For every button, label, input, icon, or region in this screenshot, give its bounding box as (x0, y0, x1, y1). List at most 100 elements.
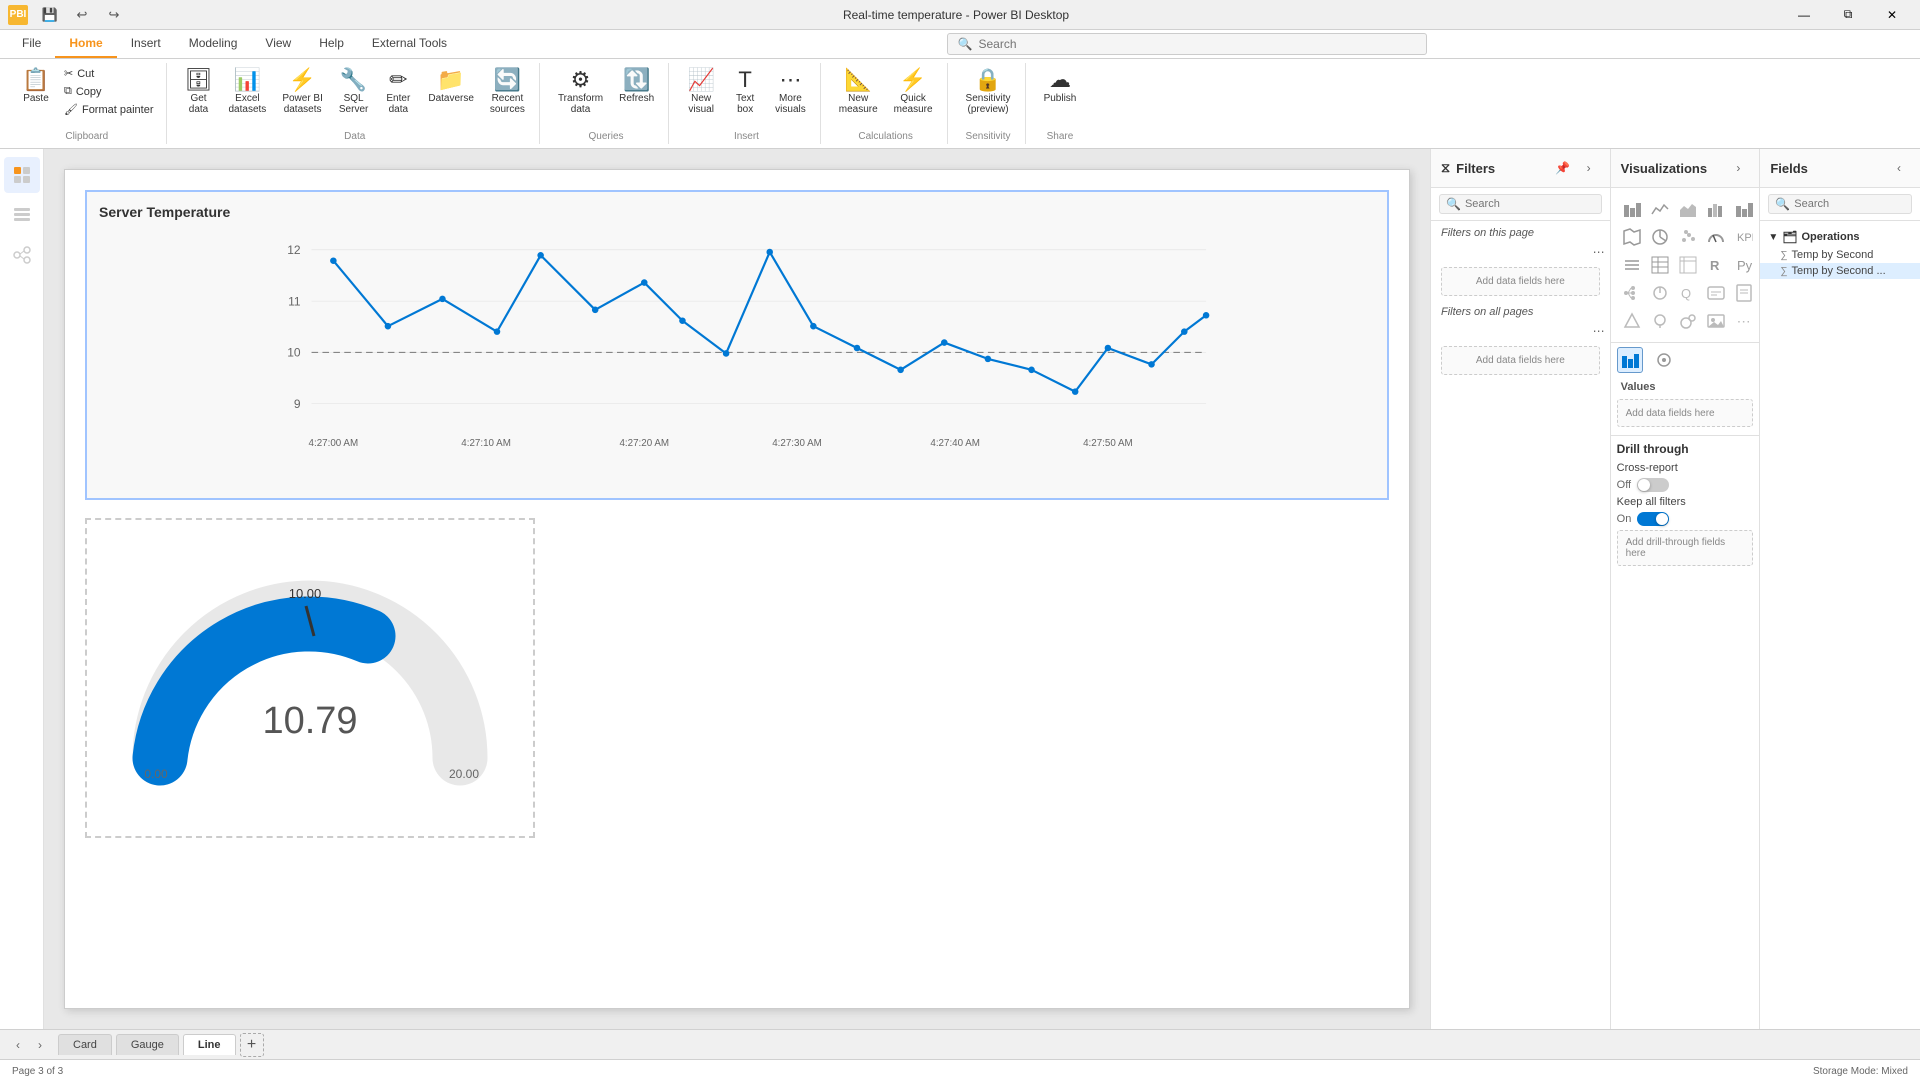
viz-table[interactable] (1647, 252, 1673, 278)
viz-shape-map[interactable] (1619, 308, 1645, 334)
nav-data-button[interactable] (4, 197, 40, 233)
viz-more[interactable]: ⋯ (1731, 308, 1757, 334)
more-visuals-button[interactable]: ⋯ Morevisuals (769, 65, 812, 119)
fields-search-input[interactable] (1794, 198, 1920, 210)
viz-gauge[interactable] (1703, 224, 1729, 250)
nav-arrow-right[interactable]: › (30, 1035, 50, 1055)
filters-search-icon: 🔍 (1446, 197, 1461, 211)
minimize-button[interactable]: — (1784, 0, 1824, 30)
refresh-label: Refresh (619, 93, 654, 104)
page-tab-card[interactable]: Card (58, 1034, 112, 1055)
fields-group-header-operations[interactable]: ▼ 🗂 Operations (1760, 227, 1920, 247)
viz-scatter-chart[interactable] (1675, 224, 1701, 250)
viz-kpi[interactable]: KPI (1731, 224, 1757, 250)
tab-external-tools[interactable]: External Tools (358, 30, 461, 58)
drill-through-drop[interactable]: Add drill-through fields here (1617, 530, 1754, 566)
viz-matrix[interactable] (1675, 252, 1701, 278)
new-measure-button[interactable]: 📐 Newmeasure (833, 65, 884, 119)
filters-on-page-more[interactable]: ⋯ (1588, 241, 1610, 263)
format-icon[interactable] (1651, 347, 1677, 373)
viz-image[interactable] (1703, 308, 1729, 334)
tab-home[interactable]: Home (55, 30, 116, 58)
recent-sources-button[interactable]: 🔄 Recentsources (484, 65, 531, 119)
svg-text:10.79: 10.79 (262, 700, 357, 742)
enter-data-icon: ✏ (389, 69, 407, 91)
viz-column-chart[interactable] (1731, 196, 1757, 222)
filters-on-all-drop[interactable]: Add data fields here (1441, 346, 1600, 375)
calc-group-label: Calculations (833, 127, 939, 142)
filters-on-all-more[interactable]: ⋯ (1588, 320, 1610, 342)
viz-qa[interactable]: Q (1675, 280, 1701, 306)
add-page-button[interactable]: + (240, 1033, 264, 1057)
get-data-button[interactable]: 🗄 Getdata (179, 65, 219, 119)
cross-report-toggle[interactable] (1637, 478, 1669, 492)
viz-expand-button[interactable]: › (1727, 157, 1749, 179)
filters-panel-header: ⧖ Filters 📌 › (1431, 149, 1610, 188)
fields-item-temp-by-second-selected[interactable]: ∑ Temp by Second ... (1760, 263, 1920, 279)
page-tab-line[interactable]: Line (183, 1034, 236, 1055)
viz-area-chart[interactable] (1675, 196, 1701, 222)
line-chart-container[interactable]: Server Temperature 12 11 10 (85, 190, 1389, 500)
ribbon-search-input[interactable] (978, 37, 1415, 51)
keep-filters-toggle[interactable] (1637, 512, 1669, 526)
viz-decomp-tree[interactable] (1619, 280, 1645, 306)
viz-line-chart[interactable] (1647, 196, 1673, 222)
excel-button[interactable]: 📊 Exceldatasets (223, 65, 273, 119)
viz-azure-map[interactable] (1647, 308, 1673, 334)
tab-file[interactable]: File (8, 30, 55, 58)
fields-collapse-button[interactable]: ‹ (1888, 157, 1910, 179)
text-box-button[interactable]: T Textbox (725, 65, 765, 119)
dataverse-button[interactable]: 📁 Dataverse (422, 65, 480, 108)
quick-measure-button[interactable]: ⚡ Quickmeasure (888, 65, 939, 119)
format-painter-button[interactable]: 🖌 Format painter (60, 101, 158, 118)
viz-map[interactable] (1619, 224, 1645, 250)
redo-button[interactable]: ↪ (100, 1, 128, 29)
nav-model-button[interactable] (4, 237, 40, 273)
new-visual-button[interactable]: 📈 Newvisual (681, 65, 721, 119)
filters-pin-button[interactable]: 📌 (1552, 157, 1574, 179)
save-button[interactable]: 💾 (36, 1, 64, 29)
sql-server-button[interactable]: 🔧 SQLServer (333, 65, 374, 119)
keep-filters-toggle-row: On (1617, 512, 1754, 526)
build-icon[interactable] (1617, 347, 1643, 373)
viz-slicer[interactable] (1619, 252, 1645, 278)
powerbi-datasets-button[interactable]: ⚡ Power BIdatasets (276, 65, 329, 119)
cut-button[interactable]: ✂ Cut (60, 65, 158, 82)
filters-on-page-drop[interactable]: Add data fields here (1441, 267, 1600, 296)
enter-data-button[interactable]: ✏ Enterdata (378, 65, 418, 119)
viz-r-visual[interactable]: R (1703, 252, 1729, 278)
canvas-page[interactable]: Server Temperature 12 11 10 (64, 169, 1410, 1009)
svg-text:12: 12 (287, 243, 301, 257)
viz-bubble[interactable] (1675, 308, 1701, 334)
restore-button[interactable]: ⧉ (1828, 0, 1868, 30)
filters-expand-button[interactable]: › (1578, 157, 1600, 179)
viz-pie-chart[interactable] (1647, 224, 1673, 250)
tab-insert[interactable]: Insert (117, 30, 175, 58)
paste-button[interactable]: 📋 Paste (16, 65, 56, 108)
gauge-container[interactable]: 10.00 10.79 0.00 20.00 (85, 518, 535, 838)
nav-arrow-left[interactable]: ‹ (8, 1035, 28, 1055)
refresh-button[interactable]: 🔃 Refresh (613, 65, 660, 108)
undo-button[interactable]: ↩ (68, 1, 96, 29)
filter-icon: ⧖ (1441, 160, 1450, 176)
viz-key-influencers[interactable] (1647, 280, 1673, 306)
transform-data-button[interactable]: ⚙ Transformdata (552, 65, 609, 119)
fields-item-temp-by-second[interactable]: ∑ Temp by Second (1760, 247, 1920, 263)
sensitivity-button[interactable]: 🔒 Sensitivity(preview) (960, 65, 1017, 119)
nav-report-button[interactable] (4, 157, 40, 193)
page-tab-gauge[interactable]: Gauge (116, 1034, 179, 1055)
viz-paginated[interactable] (1731, 280, 1757, 306)
close-button[interactable]: ✕ (1872, 0, 1912, 30)
tab-modeling[interactable]: Modeling (175, 30, 252, 58)
viz-clustered-bar[interactable] (1703, 196, 1729, 222)
viz-stacked-bar[interactable] (1619, 196, 1645, 222)
values-drop[interactable]: Add data fields here (1617, 399, 1754, 427)
tab-view[interactable]: View (251, 30, 305, 58)
copy-button[interactable]: ⧉ Copy (60, 83, 158, 100)
viz-python[interactable]: Py (1731, 252, 1757, 278)
svg-text:4:27:50 AM: 4:27:50 AM (1083, 438, 1133, 449)
filters-search-input[interactable] (1465, 198, 1607, 210)
publish-button[interactable]: ☁ Publish (1038, 65, 1083, 108)
viz-smart-narrative[interactable] (1703, 280, 1729, 306)
tab-help[interactable]: Help (305, 30, 358, 58)
